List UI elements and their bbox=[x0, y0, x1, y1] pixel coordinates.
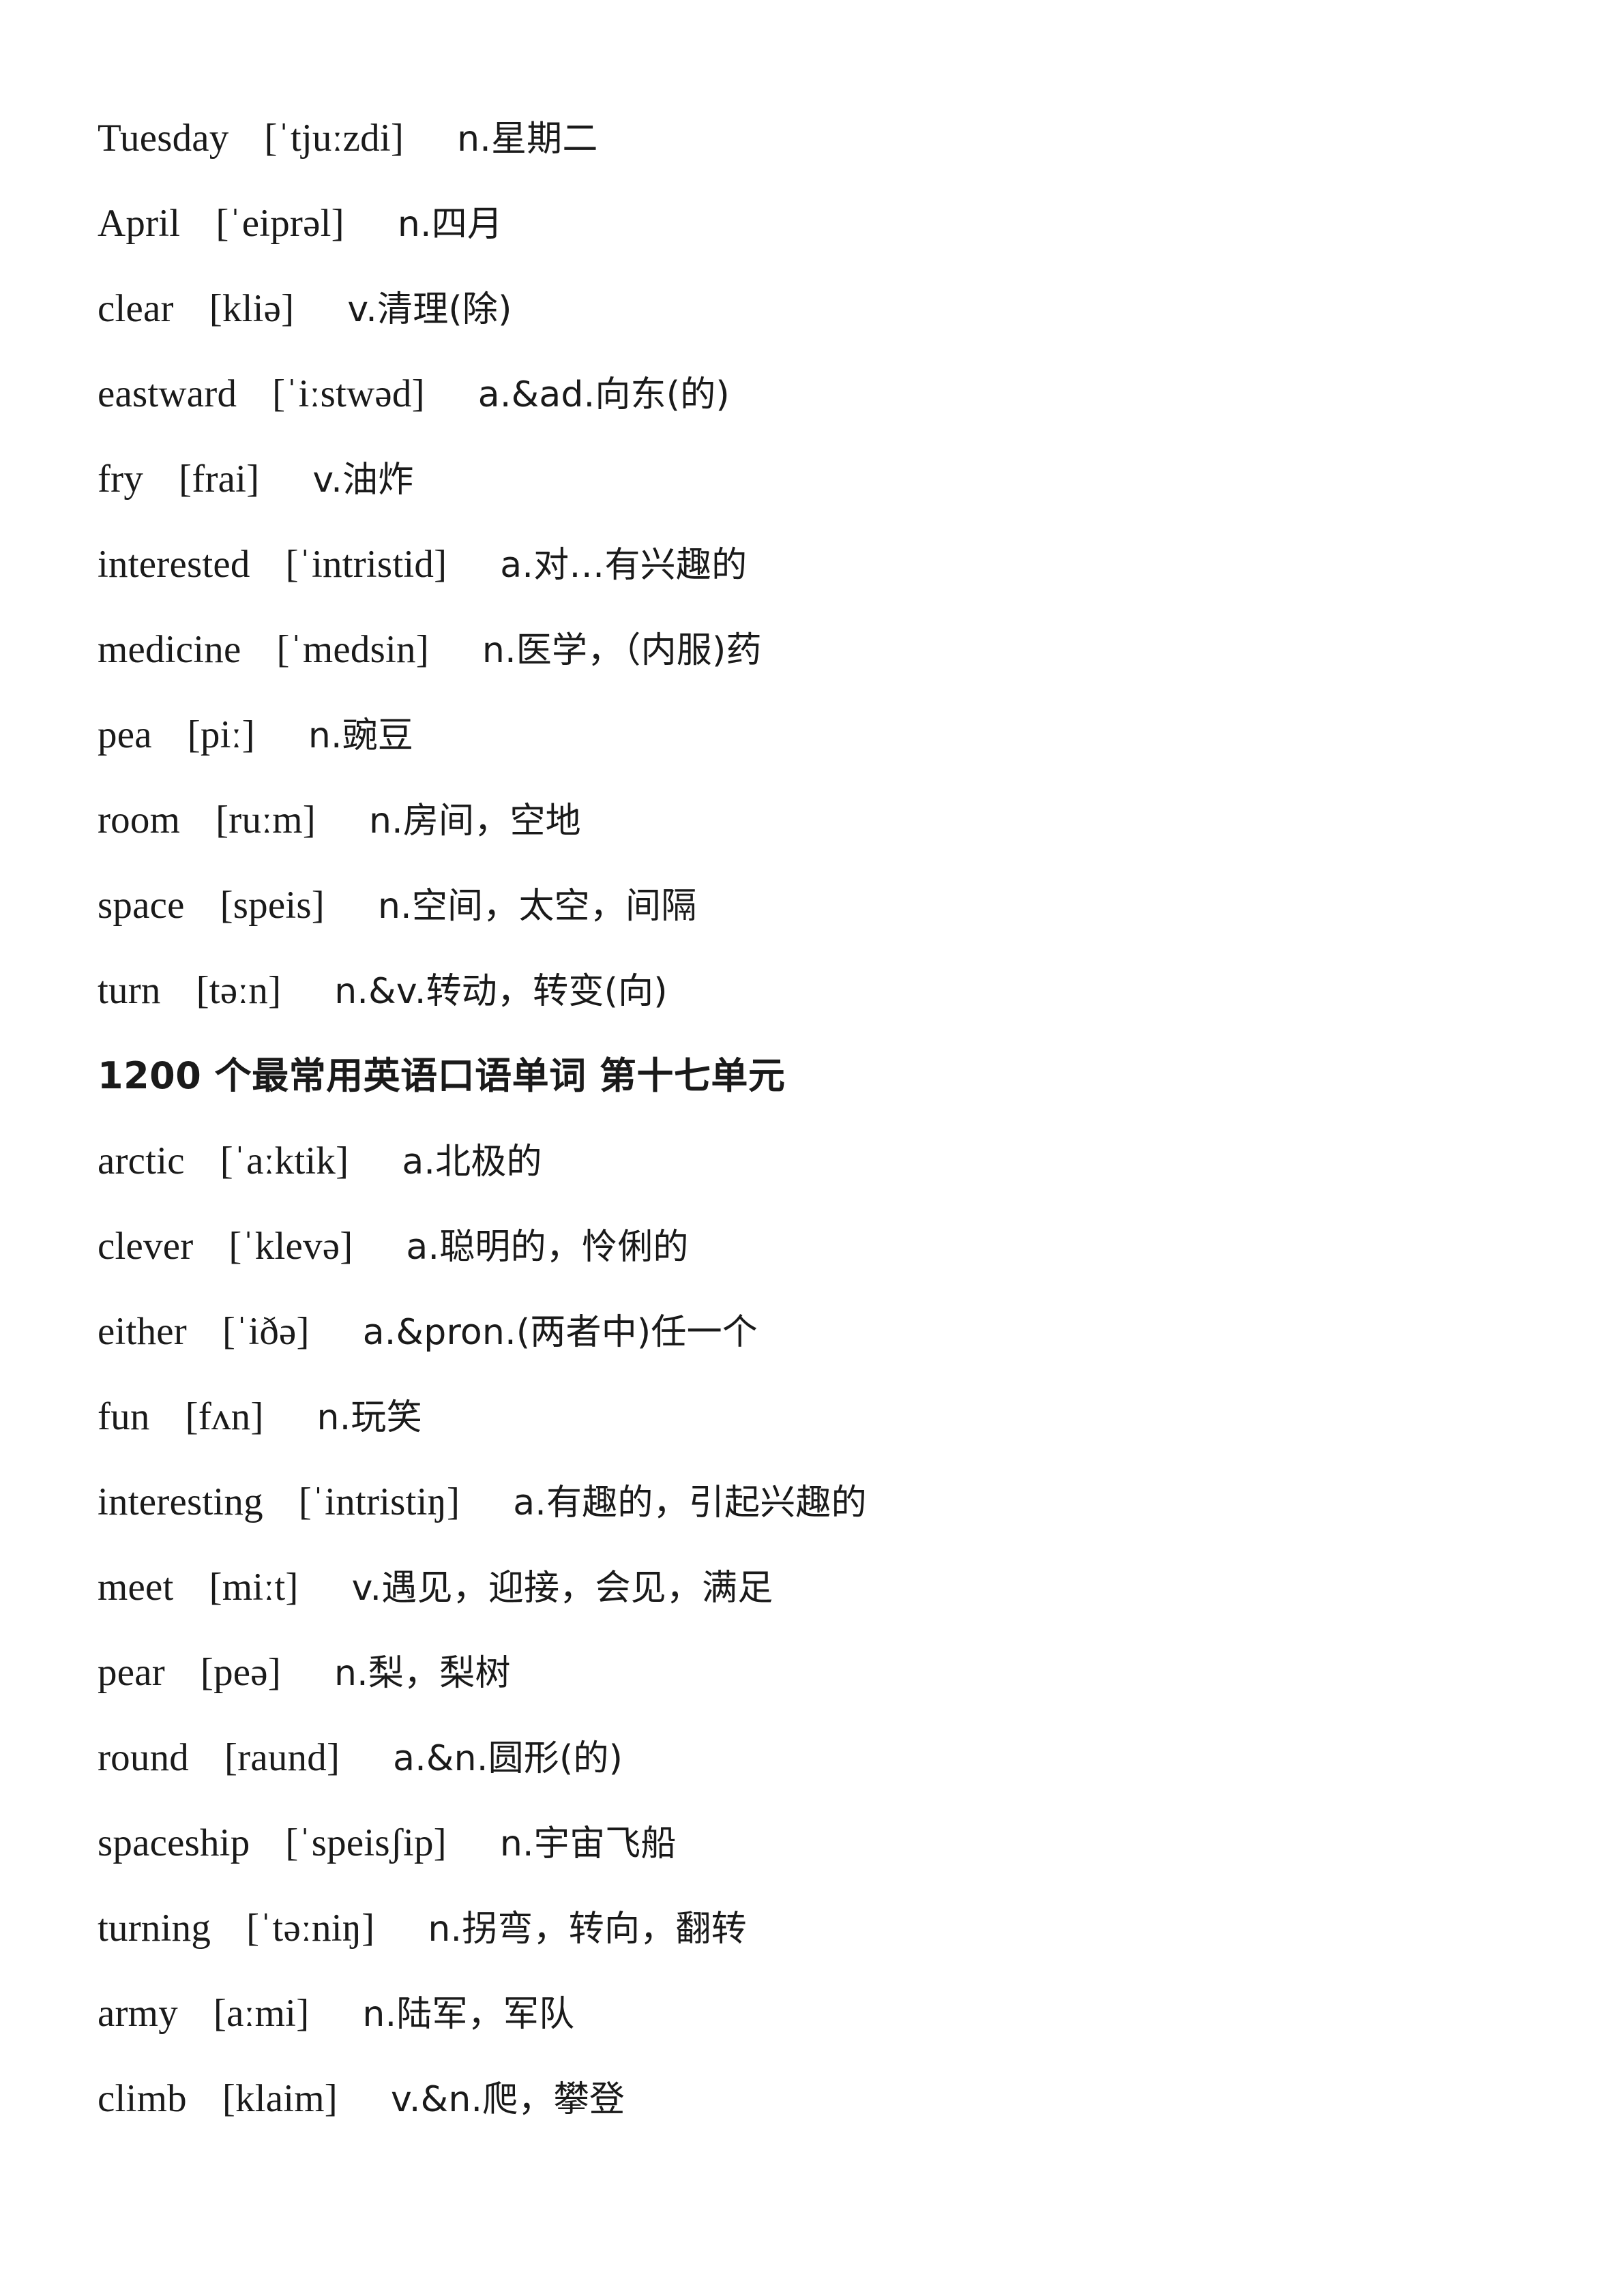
entry-definition: n.豌豆 bbox=[308, 715, 414, 756]
entry-word: meet bbox=[98, 1566, 174, 1609]
vocabulary-entry: climb [klaim] v.&n.爬，攀登 bbox=[98, 2056, 1624, 2141]
entry-definition: n.房间，空地 bbox=[368, 801, 581, 841]
entry-definition: a.&pron.(两者中)任一个 bbox=[362, 1312, 758, 1353]
entry-phonetic: [raund] bbox=[224, 1736, 340, 1779]
entry-definition: n.医学，（内服)药 bbox=[482, 630, 762, 671]
entry-phonetic: [ˈaːktik] bbox=[220, 1139, 349, 1182]
entry-definition: a.有趣的，引起兴趣的 bbox=[513, 1482, 867, 1523]
entry-phonetic: [frai] bbox=[179, 458, 260, 501]
entry-word: turn bbox=[98, 969, 161, 1012]
entry-word: fry bbox=[98, 458, 144, 501]
entry-phonetic: [ˈiðə] bbox=[222, 1310, 310, 1353]
entry-phonetic: [speis] bbox=[220, 884, 325, 927]
entry-phonetic: [ˈiːstwəd] bbox=[272, 372, 425, 415]
vocabulary-entry: arctic [ˈaːktik] a.北极的 bbox=[98, 1118, 1624, 1204]
entry-phonetic: [miːt] bbox=[209, 1566, 299, 1609]
entry-definition: a.聪明的，怜俐的 bbox=[406, 1227, 689, 1268]
entry-phonetic: [ˈeiprəl] bbox=[216, 202, 344, 245]
entry-word: arctic bbox=[98, 1139, 185, 1182]
entry-word: space bbox=[98, 884, 185, 927]
entry-phonetic: [klaim] bbox=[222, 2077, 338, 2120]
entry-phonetic: [təːn] bbox=[196, 969, 282, 1012]
entry-word: clever bbox=[98, 1225, 194, 1268]
vocabulary-entry: interesting [ˈintristiŋ] a.有趣的，引起兴趣的 bbox=[98, 1459, 1624, 1545]
entry-phonetic: [aːmi] bbox=[213, 1992, 310, 2035]
entry-phonetic: [ˈtəːniŋ] bbox=[246, 1907, 375, 1950]
entry-phonetic: [ˈklevə] bbox=[228, 1225, 353, 1268]
entry-phonetic: [ruːm] bbox=[216, 799, 316, 841]
entry-definition: v.&n.爬，攀登 bbox=[390, 2079, 625, 2120]
entry-phonetic: [kliə] bbox=[209, 287, 295, 330]
entry-word: clear bbox=[98, 287, 174, 330]
entry-word: interesting bbox=[98, 1480, 263, 1523]
vocabulary-entry: room [ruːm] n.房间，空地 bbox=[98, 777, 1624, 863]
entry-definition: v.油炸 bbox=[312, 460, 414, 501]
vocabulary-entry: army [aːmi] n.陆军，军队 bbox=[98, 1971, 1624, 2056]
vocabulary-entry: clever [ˈklevə] a.聪明的，怜俐的 bbox=[98, 1204, 1624, 1289]
entry-definition: n.&v.转动，转变(向) bbox=[334, 971, 668, 1012]
vocabulary-entry: fry [frai] v.油炸 bbox=[98, 436, 1624, 522]
entry-word: room bbox=[98, 799, 181, 841]
vocabulary-entry: spaceship [ˈspeisʃip] n.宇宙飞船 bbox=[98, 1800, 1624, 1885]
entry-word: interested bbox=[98, 543, 250, 586]
entry-phonetic: [peə] bbox=[200, 1651, 281, 1694]
entry-word: turning bbox=[98, 1907, 211, 1950]
entry-phonetic: [fʌn] bbox=[185, 1395, 264, 1438]
entry-word: fun bbox=[98, 1395, 150, 1438]
entry-definition: n.星期二 bbox=[457, 119, 598, 160]
vocabulary-entry: April [ˈeiprəl] n.四月 bbox=[98, 181, 1624, 266]
entry-phonetic: [ˈspeisʃip] bbox=[285, 1821, 447, 1864]
entry-definition: n.陆军，军队 bbox=[362, 1994, 575, 2035]
vocabulary-entry: pear [peə] n.梨，梨树 bbox=[98, 1630, 1624, 1715]
entry-word: medicine bbox=[98, 628, 241, 671]
entry-definition: a.&n.圆形(的) bbox=[393, 1738, 623, 1779]
entry-definition: a.北极的 bbox=[402, 1142, 542, 1182]
entry-definition: n.四月 bbox=[397, 204, 503, 245]
entry-word: Tuesday bbox=[98, 117, 229, 160]
entry-word: pear bbox=[98, 1651, 165, 1694]
entry-definition: v.清理(除) bbox=[347, 289, 512, 330]
entry-word: pea bbox=[98, 713, 152, 756]
entry-word: climb bbox=[98, 2077, 187, 2120]
section-heading-text: 1200 个最常用英语口语单词 第十七单元 bbox=[98, 1054, 786, 1097]
section-heading: 1200 个最常用英语口语单词 第十七单元 bbox=[98, 1033, 1624, 1118]
entry-definition: v.遇见，迎接，会见，满足 bbox=[351, 1568, 773, 1609]
entry-phonetic: [ˈintristiŋ] bbox=[298, 1480, 460, 1523]
vocabulary-entry: turn [təːn] n.&v.转动，转变(向) bbox=[98, 948, 1624, 1033]
vocabulary-entry: Tuesday [ˈtjuːzdi] n.星期二 bbox=[98, 95, 1624, 181]
vocabulary-list-part-one: Tuesday [ˈtjuːzdi] n.星期二 April [ˈeiprəl] n.四月… bbox=[98, 95, 1624, 1033]
vocabulary-entry: fun [fʌn] n.玩笑 bbox=[98, 1374, 1624, 1459]
vocabulary-entry: meet [miːt] v.遇见，迎接，会见，满足 bbox=[98, 1545, 1624, 1630]
vocabulary-entry: round [raund] a.&n.圆形(的) bbox=[98, 1715, 1624, 1800]
entry-definition: a.对…有兴趣的 bbox=[500, 545, 748, 586]
entry-word: April bbox=[98, 202, 181, 245]
entry-definition: n.宇宙飞船 bbox=[499, 1823, 677, 1864]
entry-word: eastward bbox=[98, 372, 237, 415]
entry-phonetic: [piː] bbox=[187, 713, 255, 756]
entry-phonetic: [ˈintristid] bbox=[285, 543, 447, 586]
entry-definition: n.空间，太空，间隔 bbox=[377, 886, 697, 927]
entry-word: either bbox=[98, 1310, 187, 1353]
entry-definition: a.&ad.向东(的) bbox=[477, 374, 730, 415]
vocabulary-entry: space [speis] n.空间，太空，间隔 bbox=[98, 863, 1624, 948]
entry-word: round bbox=[98, 1736, 189, 1779]
entry-word: spaceship bbox=[98, 1821, 250, 1864]
vocabulary-entry: either [ˈiðə] a.&pron.(两者中)任一个 bbox=[98, 1289, 1624, 1374]
vocabulary-entry: medicine [ˈmedsin] n.医学，（内服)药 bbox=[98, 607, 1624, 692]
entry-definition: n.拐弯，转向，翻转 bbox=[428, 1909, 747, 1950]
entry-definition: n.玩笑 bbox=[316, 1397, 422, 1438]
entry-word: army bbox=[98, 1992, 178, 2035]
document-page: Tuesday [ˈtjuːzdi] n.星期二 April [ˈeiprəl] n.四月… bbox=[0, 0, 1624, 2296]
vocabulary-entry: clear [kliə] v.清理(除) bbox=[98, 266, 1624, 351]
vocabulary-entry: eastward [ˈiːstwəd] a.&ad.向东(的) bbox=[98, 351, 1624, 436]
entry-definition: n.梨，梨树 bbox=[334, 1653, 511, 1694]
vocabulary-entry: interested [ˈintristid] a.对…有兴趣的 bbox=[98, 522, 1624, 607]
vocabulary-list-part-two: arctic [ˈaːktik] a.北极的 clever [ˈklevə] a.聪明的，… bbox=[98, 1118, 1624, 2141]
vocabulary-entry: pea [piː] n.豌豆 bbox=[98, 692, 1624, 777]
vocabulary-entry: turning [ˈtəːniŋ] n.拐弯，转向，翻转 bbox=[98, 1885, 1624, 1971]
entry-phonetic: [ˈtjuːzdi] bbox=[264, 117, 404, 160]
entry-phonetic: [ˈmedsin] bbox=[276, 628, 429, 671]
